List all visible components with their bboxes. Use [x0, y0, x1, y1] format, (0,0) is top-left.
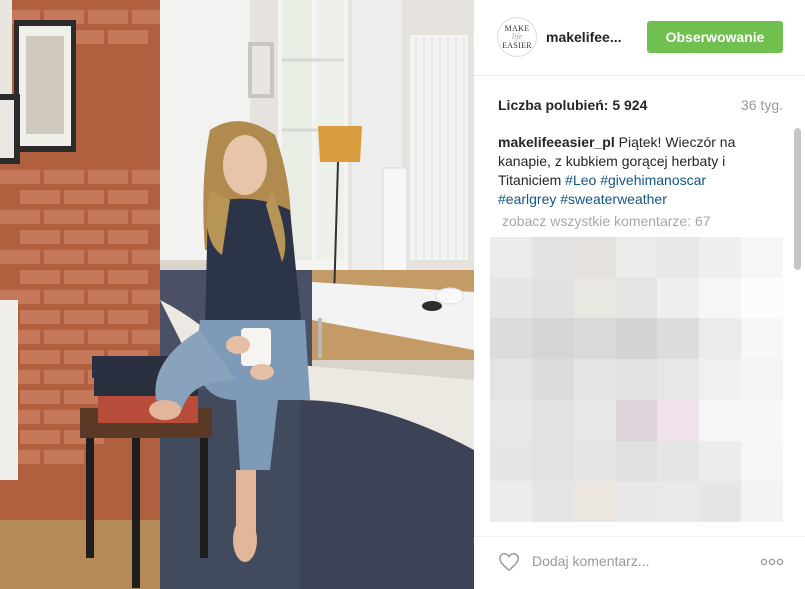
blur-cell: [741, 318, 783, 360]
caption-author-link[interactable]: makelifeeasier_pl: [498, 134, 615, 150]
blur-cell: [615, 237, 658, 278]
blur-cell: [657, 399, 700, 441]
avatar-text-life: life: [511, 32, 523, 41]
blur-cell: [531, 237, 574, 278]
more-options-icon[interactable]: [759, 552, 785, 572]
blur-cell: [657, 359, 700, 400]
blur-cell: [573, 399, 616, 441]
blur-cell: [657, 277, 700, 319]
blur-cell: [615, 318, 658, 360]
blur-cell: [573, 277, 616, 319]
blur-cell: [657, 237, 700, 278]
blur-cell: [573, 440, 616, 482]
view-all-comments-link[interactable]: zobacz wszystkie komentarze: 67: [502, 213, 711, 229]
blur-cell: [741, 237, 783, 278]
like-heart-icon[interactable]: [498, 551, 520, 573]
avatar-text-easier: EASIER: [502, 41, 532, 50]
blur-cell: [699, 481, 742, 522]
blur-cell: [490, 399, 532, 441]
blur-cell: [615, 359, 658, 400]
post-header: MAKE life EASIER makelifee... Obserwowan…: [474, 0, 805, 76]
hashtag-link[interactable]: #earlgrey: [498, 191, 556, 207]
blur-cell: [615, 481, 658, 522]
blur-cell: [657, 481, 700, 522]
blur-cell: [741, 359, 783, 400]
blur-cell: [573, 318, 616, 360]
blur-cell: [531, 277, 574, 319]
blur-cell: [490, 237, 532, 278]
blur-cell: [531, 440, 574, 482]
blur-cell: [531, 318, 574, 360]
post-age[interactable]: 36 tyg.: [741, 97, 783, 113]
blur-cell: [531, 399, 574, 441]
hashtag-link[interactable]: #Leo: [565, 172, 596, 188]
blur-cell: [699, 318, 742, 360]
hashtag-link[interactable]: #sweaterweather: [560, 191, 667, 207]
blur-cell: [699, 440, 742, 482]
add-comment-input[interactable]: [532, 549, 752, 573]
blur-cell: [741, 440, 783, 482]
blur-cell: [657, 318, 700, 360]
blur-cell: [615, 277, 658, 319]
blur-cell: [741, 481, 783, 522]
blur-cell: [573, 481, 616, 522]
comments-scrollbar[interactable]: [794, 128, 801, 270]
blur-cell: [741, 277, 783, 319]
username-link[interactable]: makelifee...: [546, 29, 622, 45]
blur-cell: [741, 399, 783, 441]
caption: makelifeeasier_pl Piątek! Wieczór na kan…: [498, 133, 768, 209]
blur-cell: [490, 359, 532, 400]
likes-count[interactable]: Liczba polubień: 5 924: [498, 97, 647, 113]
blur-cell: [699, 359, 742, 400]
blur-cell: [657, 440, 700, 482]
blur-cell: [699, 237, 742, 278]
blurred-comments-area: [490, 237, 783, 522]
avatar[interactable]: MAKE life EASIER: [497, 17, 537, 57]
blur-cell: [490, 318, 532, 360]
following-button[interactable]: Obserwowanie: [647, 21, 783, 53]
blur-cell: [615, 440, 658, 482]
blur-cell: [699, 399, 742, 441]
blur-cell: [531, 481, 574, 522]
blur-cell: [699, 277, 742, 319]
blur-cell: [490, 481, 532, 522]
blur-cell: [490, 440, 532, 482]
blur-cell: [615, 399, 658, 441]
blur-cell: [531, 359, 574, 400]
hashtag-link[interactable]: #givehimanoscar: [600, 172, 706, 188]
blur-cell: [573, 237, 616, 278]
post-photo[interactable]: [0, 0, 474, 589]
post-footer: [474, 536, 805, 589]
blur-cell: [490, 277, 532, 319]
post-photo-illustration: [0, 0, 474, 589]
post-details-panel: MAKE life EASIER makelifee... Obserwowan…: [474, 0, 805, 589]
blur-cell: [573, 359, 616, 400]
